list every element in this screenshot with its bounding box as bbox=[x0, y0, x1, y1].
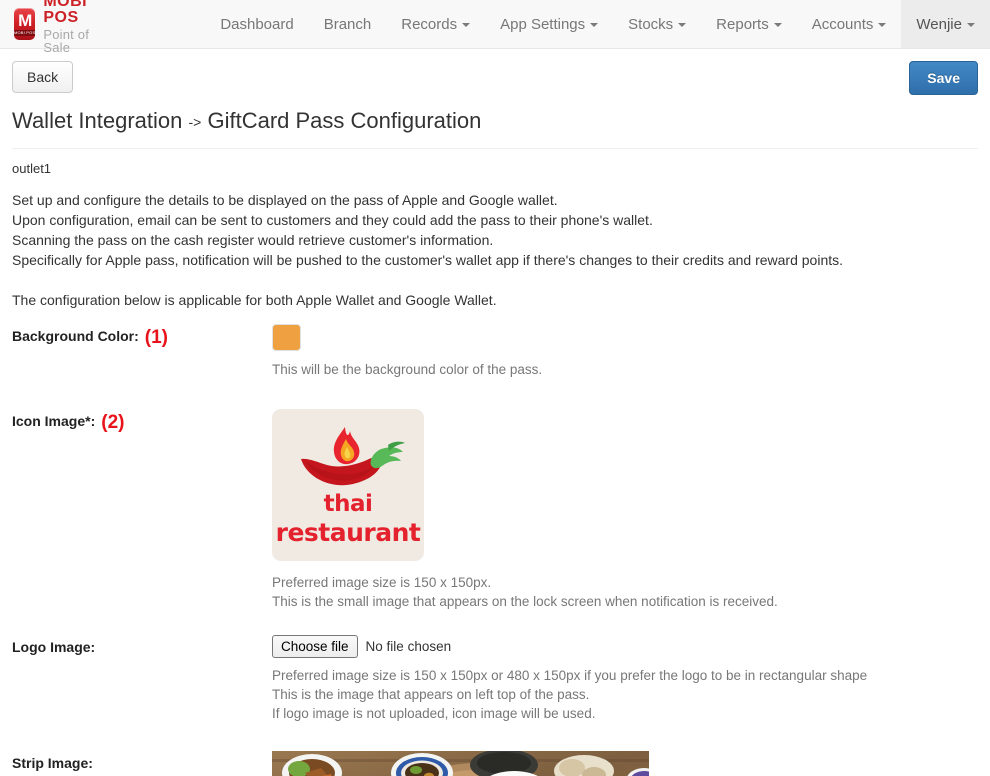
logo-image-hint-1: Preferred image size is 150 x 150px or 4… bbox=[272, 668, 868, 683]
strip-image-field bbox=[272, 751, 978, 776]
chevron-down-icon bbox=[462, 23, 471, 27]
nav-item-dashboard[interactable]: Dashboard bbox=[205, 0, 308, 48]
nav-label: Dashboard bbox=[220, 15, 294, 33]
form-row-background-color: Background Color: (1) This will be the ba… bbox=[12, 324, 978, 379]
thai-food-spread-photo bbox=[272, 751, 649, 776]
form-row-icon-image: Icon Image*: (2) thai restaurant Preferr… bbox=[12, 409, 978, 611]
intro-line-4: Specifically for Apple pass, notificatio… bbox=[12, 252, 844, 268]
thai-restaurant-logo-icon bbox=[289, 425, 407, 491]
nav-label: Records bbox=[401, 15, 458, 33]
nav-label: Wenjie bbox=[916, 15, 962, 33]
brand-line-1: MOBI POS bbox=[43, 0, 88, 26]
icon-image-label-text: Icon Image*: bbox=[12, 413, 96, 429]
page-title-primary: Wallet Integration bbox=[12, 108, 183, 133]
logo-image-field: Choose file No file chosen Preferred ima… bbox=[272, 635, 978, 723]
chevron-down-icon bbox=[590, 23, 599, 27]
icon-preview-caption-1: thai bbox=[323, 491, 373, 517]
brand-line-2: Point of Sale bbox=[43, 27, 90, 55]
nav-item-reports[interactable]: Reports bbox=[701, 0, 797, 48]
nav-items: Dashboard Branch Records App Settings St… bbox=[205, 0, 990, 48]
chevron-down-icon bbox=[773, 23, 782, 27]
nav-item-user-menu[interactable]: Wenjie bbox=[901, 0, 990, 48]
nav-label: Reports bbox=[716, 15, 769, 33]
brand-wordmark: MOBI POS Point of Sale bbox=[43, 0, 99, 54]
icon-image-hint-1: Preferred image size is 150 x 150px. bbox=[272, 575, 492, 590]
intro-spacer bbox=[12, 270, 978, 290]
logo-image-hint-3: If logo image is not uploaded, icon imag… bbox=[272, 706, 596, 721]
top-navbar: M MOBI POS MOBI POS Point of Sale Dashbo… bbox=[0, 0, 990, 54]
pass-configuration-form: Background Color: (1) This will be the ba… bbox=[12, 310, 978, 776]
background-color-swatch[interactable] bbox=[272, 324, 301, 351]
annotation-marker-1: (1) bbox=[144, 327, 169, 348]
strip-image-preview[interactable] bbox=[272, 751, 649, 776]
nav-item-app-settings[interactable]: App Settings bbox=[485, 0, 613, 48]
nav-label: Accounts bbox=[811, 15, 874, 33]
mobi-pos-logo-icon: M MOBI POS bbox=[14, 8, 36, 40]
outlet-name: outlet1 bbox=[12, 161, 52, 176]
back-button[interactable]: Back bbox=[12, 61, 74, 93]
icon-preview-caption-2: restaurant bbox=[275, 518, 421, 547]
icon-image-label: Icon Image*: (2) bbox=[12, 409, 272, 433]
form-row-logo-image: Logo Image: Choose file No file chosen P… bbox=[12, 635, 978, 723]
brand-logo-link[interactable]: M MOBI POS MOBI POS Point of Sale bbox=[0, 0, 109, 54]
nav-item-branch[interactable]: Branch bbox=[309, 0, 387, 48]
page-content: Back Save Wallet Integration -> GiftCard… bbox=[0, 61, 990, 776]
page-title-secondary: GiftCard Pass Configuration bbox=[207, 108, 482, 133]
chevron-down-icon bbox=[967, 23, 975, 27]
strip-image-label: Strip Image: bbox=[12, 755, 93, 771]
logo-image-hint-2: This is the image that appears on left t… bbox=[272, 687, 590, 702]
background-color-field: This will be the background color of the… bbox=[272, 324, 978, 379]
intro-line-1: Set up and configure the details to be d… bbox=[12, 192, 558, 208]
background-color-label: Background Color: (1) bbox=[12, 324, 272, 348]
form-row-strip-image: Strip Image: bbox=[12, 751, 978, 776]
nav-item-accounts[interactable]: Accounts bbox=[797, 0, 902, 48]
icon-image-field: thai restaurant Preferred image size is … bbox=[272, 409, 978, 611]
logo-file-status: No file chosen bbox=[365, 639, 452, 654]
logo-image-file-input[interactable]: Choose file No file chosen bbox=[272, 635, 451, 658]
nav-label: App Settings bbox=[500, 15, 586, 33]
brand-badge-text: MOBI POS bbox=[14, 29, 36, 36]
page-title: Wallet Integration -> GiftCard Pass Conf… bbox=[12, 107, 978, 149]
background-color-hint: This will be the background color of the… bbox=[272, 362, 543, 377]
chevron-down-icon bbox=[678, 23, 687, 27]
icon-image-hint-2: This is the small image that appears on … bbox=[272, 594, 778, 609]
intro-line-2: Upon configuration, email can be sent to… bbox=[12, 212, 653, 228]
logo-choose-file-button[interactable]: Choose file bbox=[272, 635, 358, 658]
page-toolbar: Back Save bbox=[12, 61, 978, 107]
nav-item-stocks[interactable]: Stocks bbox=[613, 0, 701, 48]
nav-label: Branch bbox=[323, 15, 372, 33]
intro-description: Set up and configure the details to be d… bbox=[12, 176, 978, 310]
icon-image-preview[interactable]: thai restaurant bbox=[272, 409, 424, 561]
logo-image-label: Logo Image: bbox=[12, 639, 96, 655]
nav-label: Stocks bbox=[628, 15, 674, 33]
page-title-arrow: -> bbox=[188, 114, 202, 130]
intro-line-3: Scanning the pass on the cash register w… bbox=[12, 232, 494, 248]
save-button[interactable]: Save bbox=[909, 61, 978, 95]
nav-item-records[interactable]: Records bbox=[386, 0, 485, 48]
intro-line-5: The configuration below is applicable fo… bbox=[12, 292, 497, 308]
annotation-marker-2: (2) bbox=[101, 412, 125, 433]
chevron-down-icon bbox=[878, 23, 887, 27]
background-color-label-text: Background Color: bbox=[12, 328, 139, 344]
